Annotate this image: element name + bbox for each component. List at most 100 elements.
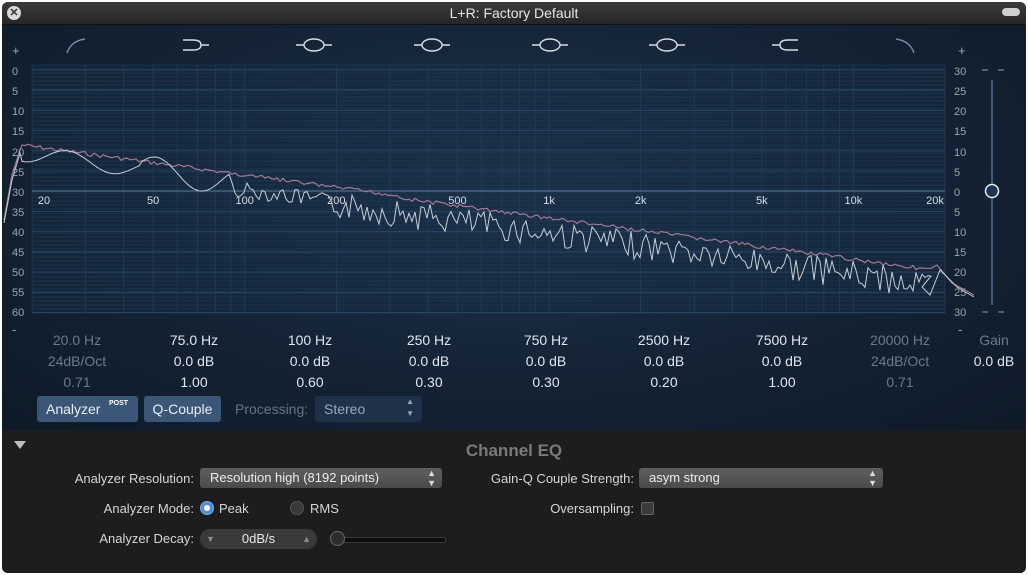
gain-q-couple-strength-select[interactable]: asym strong ▲ ▼ [639,468,883,488]
band-gain[interactable]: 24dB/Oct [32,351,122,372]
master-gain-slider-knob[interactable] [984,183,1000,199]
processing-value: Stereo [324,401,366,417]
band-gain[interactable]: 24dB/Oct [855,351,945,372]
gain-q-couple-strength-label: Gain-Q Couple Strength: [490,471,634,486]
plugin-window: ✕ L+R: Factory Default 20 50 100 200 500 1k 2k… [2,2,1026,573]
band-q[interactable]: 1.00 [149,372,239,393]
select-arrows-icon: ▲ ▼ [868,468,877,488]
band-q[interactable]: 0.30 [384,372,474,393]
high-cut-handle-icon [895,38,915,54]
frequency-tick-label: 20 [38,195,50,207]
band-q[interactable]: 0.20 [619,372,709,393]
rms-radio-label[interactable]: RMS [310,501,339,516]
select-arrows-icon: ▲ ▼ [427,468,436,488]
peak-band-handle-icon [421,38,443,52]
analyzer-resolution-value: Resolution high (8192 points) [210,470,380,485]
band-frequency[interactable]: 250 Hz [384,330,474,351]
band-frequency[interactable]: 750 Hz [501,330,591,351]
scale-plus-right: + [958,43,966,58]
band-gain[interactable]: 0.0 dB [501,351,591,372]
analyzer-button-label: Analyzer [46,401,101,417]
right-scale-tick: 5 [954,167,961,179]
master-gain-value[interactable]: 0.0 dB [964,351,1024,372]
analyzer-mode-label: Analyzer Mode: [103,501,194,516]
processing-select[interactable]: Stereo ▲ ▼ [315,396,422,422]
band-peak2-params[interactable]: 250 Hz 0.0 dB 0.30 [384,330,474,393]
right-scale-tick: 30 [954,307,967,319]
peak-radio-label[interactable]: Peak [219,501,249,516]
analyzer-resolution-label: Analyzer Resolution: [74,471,194,486]
peak-band-handle-icon [656,38,678,52]
band-q[interactable]: 0.60 [265,372,355,393]
frequency-tick-label: 1k [543,195,555,207]
band-frequency[interactable]: 100 Hz [265,330,355,351]
left-scale-tick: 20 [12,147,25,159]
analyzer-decay-slider-track[interactable] [332,537,446,543]
band-frequency[interactable]: 20000 Hz [855,330,945,351]
band-q[interactable]: 0.30 [501,372,591,393]
q-couple-button[interactable]: Q-Couple [144,396,221,422]
band-highshelf-params[interactable]: 7500 Hz 0.0 dB 1.00 [737,330,827,393]
band-peak3-params[interactable]: 750 Hz 0.0 dB 0.30 [501,330,591,393]
band-lowcut-params[interactable]: 20.0 Hz 24dB/Oct 0.71 [32,330,122,393]
band-peak4-params[interactable]: 2500 Hz 0.0 dB 0.20 [619,330,709,393]
analyzer-decay-stepper[interactable]: ▼ 0dB/s ▲ [200,529,317,549]
left-scale-tick: 5 [12,86,19,98]
oversampling-checkbox[interactable] [641,502,654,515]
left-scale-tick: 40 [12,227,25,239]
processing-label: Processing: [235,401,309,417]
peak-band-handle-icon [303,38,325,52]
frequency-tick-label: 200 [327,195,345,207]
frequency-tick-label: 50 [147,195,159,207]
peak-band-handle-icon [539,38,561,52]
analyzer-button[interactable]: Analyzer POST [37,396,138,422]
band-gain[interactable]: 0.0 dB [149,351,239,372]
band-frequency[interactable]: 20.0 Hz [32,330,122,351]
band-frequency[interactable]: 2500 Hz [619,330,709,351]
scale-minus-left: - [12,322,17,337]
analyzer-decay-slider-knob[interactable] [330,531,345,546]
frequency-tick-label: 500 [448,195,466,207]
left-scale-tick: 25 [12,167,25,179]
right-scale-tick: 20 [954,106,967,118]
band-frequency[interactable]: 75.0 Hz [149,330,239,351]
increment-arrow-icon[interactable]: ▲ [302,529,311,549]
peak-radio[interactable] [200,501,214,515]
analyzer-decay-value: 0dB/s [241,531,276,546]
band-gain[interactable]: 0.0 dB [384,351,474,372]
band-peak1-params[interactable]: 100 Hz 0.0 dB 0.60 [265,330,355,393]
master-gain-params[interactable]: Gain 0.0 dB [964,330,1024,372]
analyzer-decay-label: Analyzer Decay: [99,531,194,546]
left-scale-tick: 60 [12,307,25,319]
right-scale-tick: 5 [954,207,961,219]
low-cut-handle-icon [66,38,86,54]
toolbar-toggle-icon[interactable] [1002,8,1020,16]
band-q[interactable]: 0.71 [855,372,945,393]
right-scale-tick: 25 [954,287,967,299]
oversampling-label: Oversampling: [550,501,634,516]
frequency-tick-label: 10k [845,195,863,207]
band-gain[interactable]: 0.0 dB [619,351,709,372]
analyzer-resolution-select[interactable]: Resolution high (8192 points) ▲ ▼ [200,468,442,488]
band-gain[interactable]: 0.0 dB [265,351,355,372]
left-scale-tick: 45 [12,247,25,259]
left-scale-tick: 55 [12,287,25,299]
left-scale-tick: 10 [12,106,25,118]
band-q[interactable]: 0.71 [32,372,122,393]
right-scale-tick: 15 [954,247,967,259]
left-scale-tick: 15 [12,126,25,138]
left-scale-tick: 0 [12,66,19,78]
scale-plus-left: + [12,43,20,58]
title-bar: ✕ L+R: Factory Default [2,2,1026,25]
right-scale-tick: 30 [954,66,967,78]
left-scale-tick: 35 [12,207,25,219]
rms-radio[interactable] [290,501,304,515]
band-q[interactable]: 1.00 [737,372,827,393]
band-highcut-params[interactable]: 20000 Hz 24dB/Oct 0.71 [855,330,945,393]
left-scale-tick: 30 [12,187,25,199]
frequency-tick-label: 20k [926,195,944,207]
band-frequency[interactable]: 7500 Hz [737,330,827,351]
band-gain[interactable]: 0.0 dB [737,351,827,372]
eq-display-panel: 20 50 100 200 500 1k 2k 5k 10k 20k + - 0 5 10 15 … [2,25,1026,430]
band-lowshelf-params[interactable]: 75.0 Hz 0.0 dB 1.00 [149,330,239,393]
